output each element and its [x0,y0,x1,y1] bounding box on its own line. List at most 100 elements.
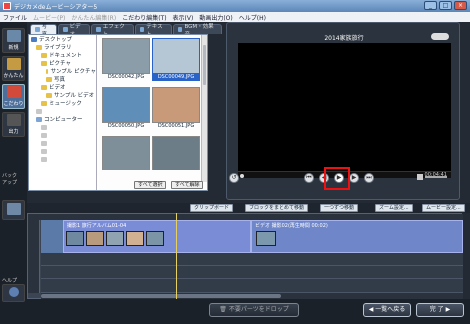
tree-item[interactable] [29,107,96,115]
thumbnail[interactable]: DSC00042.JPG [102,38,150,83]
tree-item[interactable]: サンプル ビデオ [29,91,96,99]
trash-drop-area[interactable]: 🗑 不要パーツをドロップ [209,303,299,317]
menu-item[interactable]: ファイル [3,13,27,22]
menu-item[interactable]: かんたん編集(R) [71,13,116,22]
music-track[interactable] [41,266,463,279]
rail-advanced-button[interactable]: こだわり [2,84,25,109]
folder-icon [41,140,47,146]
tab-text[interactable]: テキスト [134,24,172,38]
folder-icon [41,156,47,162]
skip-forward-icon[interactable]: ⏭ [364,173,374,183]
thumbnail[interactable] [152,136,200,170]
folder-icon [31,36,37,42]
preview-title: 2014家族旅行 [324,35,364,42]
thumbnail[interactable] [102,136,150,170]
maximize-button[interactable]: □ [439,1,452,10]
new-project-icon [6,30,21,42]
thumbnail[interactable]: DSC00049.JPG [152,38,200,83]
tree-item[interactable]: サンプル ピクチャ [29,67,96,75]
back-to-list-button[interactable]: ◀ 一覧へ戻る [363,303,411,317]
tab-effect[interactable]: エフェクト [91,24,134,38]
menu-item[interactable]: ムービー(P) [33,13,65,22]
audio-track-header [28,279,40,293]
help-button[interactable] [2,284,25,302]
rail-output-button[interactable]: 出力 [2,112,25,137]
photo-icon [35,27,40,32]
menu-item[interactable]: こだわり編集(T) [122,13,166,22]
select-all-button[interactable]: すべて選択 [134,181,167,189]
scroll-thumb[interactable] [203,45,206,85]
zoom-settings-button[interactable]: ズーム設定... [375,204,413,212]
window-title: デジカメdeムービーシアター5 [14,3,98,11]
folder-icon [46,92,52,98]
video-clip[interactable]: ビデオ 撮影02(再生時間 00:02) [251,220,463,253]
thumbnail-scrollbar[interactable] [201,35,207,182]
rewind-start-icon[interactable]: ↺ [229,173,239,183]
deselect-all-button[interactable]: すべて解除 [171,181,204,189]
close-button[interactable]: × [454,1,467,10]
rail-easy-button[interactable]: かんたん [2,56,25,81]
material-tabs: 写真 ビデオ エフェクト テキスト BGM・効果音 [27,22,223,38]
trash-icon: 🗑 [219,306,229,313]
thumbnail-image [152,38,200,74]
text-track-header [28,253,40,266]
tree-item[interactable] [29,123,96,131]
tree-item[interactable]: ドキュメント [29,51,96,59]
one-step-move-button[interactable]: 一つずつ移動 [320,204,359,212]
skip-back-icon[interactable]: ⏮ [304,173,314,183]
tree-item[interactable]: ライブラリ [29,43,96,51]
clipboard-button[interactable]: クリップボード [190,204,234,212]
tree-item[interactable]: ピクチャ [29,59,96,67]
timeline-scroll-thumb[interactable] [41,294,281,298]
advanced-edit-icon [6,86,21,98]
thumbnail[interactable]: DSC00051.JPG [152,87,200,132]
seek-knob[interactable] [240,174,244,178]
backup-button[interactable] [2,200,25,220]
timeline: 撮影1 旅行アルバム01-04 ビデオ 撮影02(再生時間 00:02) [27,213,463,299]
audio-track[interactable] [41,279,463,293]
clip-thumbnail [146,231,164,246]
menu-item[interactable]: 動画出力(O) [199,13,232,22]
photo-clip[interactable]: 撮影1 旅行アルバム01-04 [63,220,251,253]
folder-icon [41,148,47,154]
playhead[interactable] [176,213,177,299]
thumbnail-image [152,136,200,170]
text-track[interactable] [41,253,463,266]
help-icon [8,287,19,297]
thumbnail-image [102,136,150,170]
clip-thumbnail [126,231,144,246]
movie-settings-button[interactable]: ムービー設定... [422,204,465,212]
volume-slider[interactable] [425,176,447,178]
folder-icon [41,84,47,90]
minimize-button[interactable]: _ [424,1,437,10]
thumbnail-image [152,87,200,123]
video-track[interactable]: 撮影1 旅行アルバム01-04 ビデオ 撮影02(再生時間 00:02) [41,220,463,253]
folder-icon [36,116,42,122]
tab-bgm[interactable]: BGM・効果音 [172,24,223,38]
tab-photo[interactable]: 写真 [30,24,57,38]
thumbnail[interactable]: DSC00050.JPG [102,87,150,132]
tree-item[interactable]: ビデオ [29,83,96,91]
move-block-button[interactable]: ブロックをまとめて移動 [245,204,309,212]
tree-item[interactable]: 写真 [29,75,96,83]
menu-item[interactable]: 表示(V) [173,13,194,22]
video-track-header [28,220,40,253]
tree-item[interactable] [29,147,96,155]
menu-bar: ファイル ムービー(P) かんたん編集(R) こだわり編集(T) 表示(V) 動画出力(O… [0,12,470,22]
tree-item[interactable]: ミュージック [29,99,96,107]
folder-icon [41,52,47,58]
tree-item[interactable]: デスクトップ [29,35,96,43]
preview-screen[interactable] [238,43,451,171]
tree-item[interactable]: コンピューター [29,115,96,123]
tree-item[interactable] [29,155,96,163]
tab-video[interactable]: ビデオ [57,24,91,38]
folder-icon [41,132,47,138]
tree-item[interactable] [29,131,96,139]
step-forward-icon[interactable]: ▶ [349,173,359,183]
tree-item[interactable] [29,139,96,147]
finish-button[interactable]: 完 了 ▶ [416,303,464,317]
clip-thumbnail [66,231,84,246]
menu-item[interactable]: ヘルプ(H) [239,13,266,22]
rail-new-button[interactable]: 新規 [2,28,25,53]
view-toggle[interactable] [431,33,449,40]
